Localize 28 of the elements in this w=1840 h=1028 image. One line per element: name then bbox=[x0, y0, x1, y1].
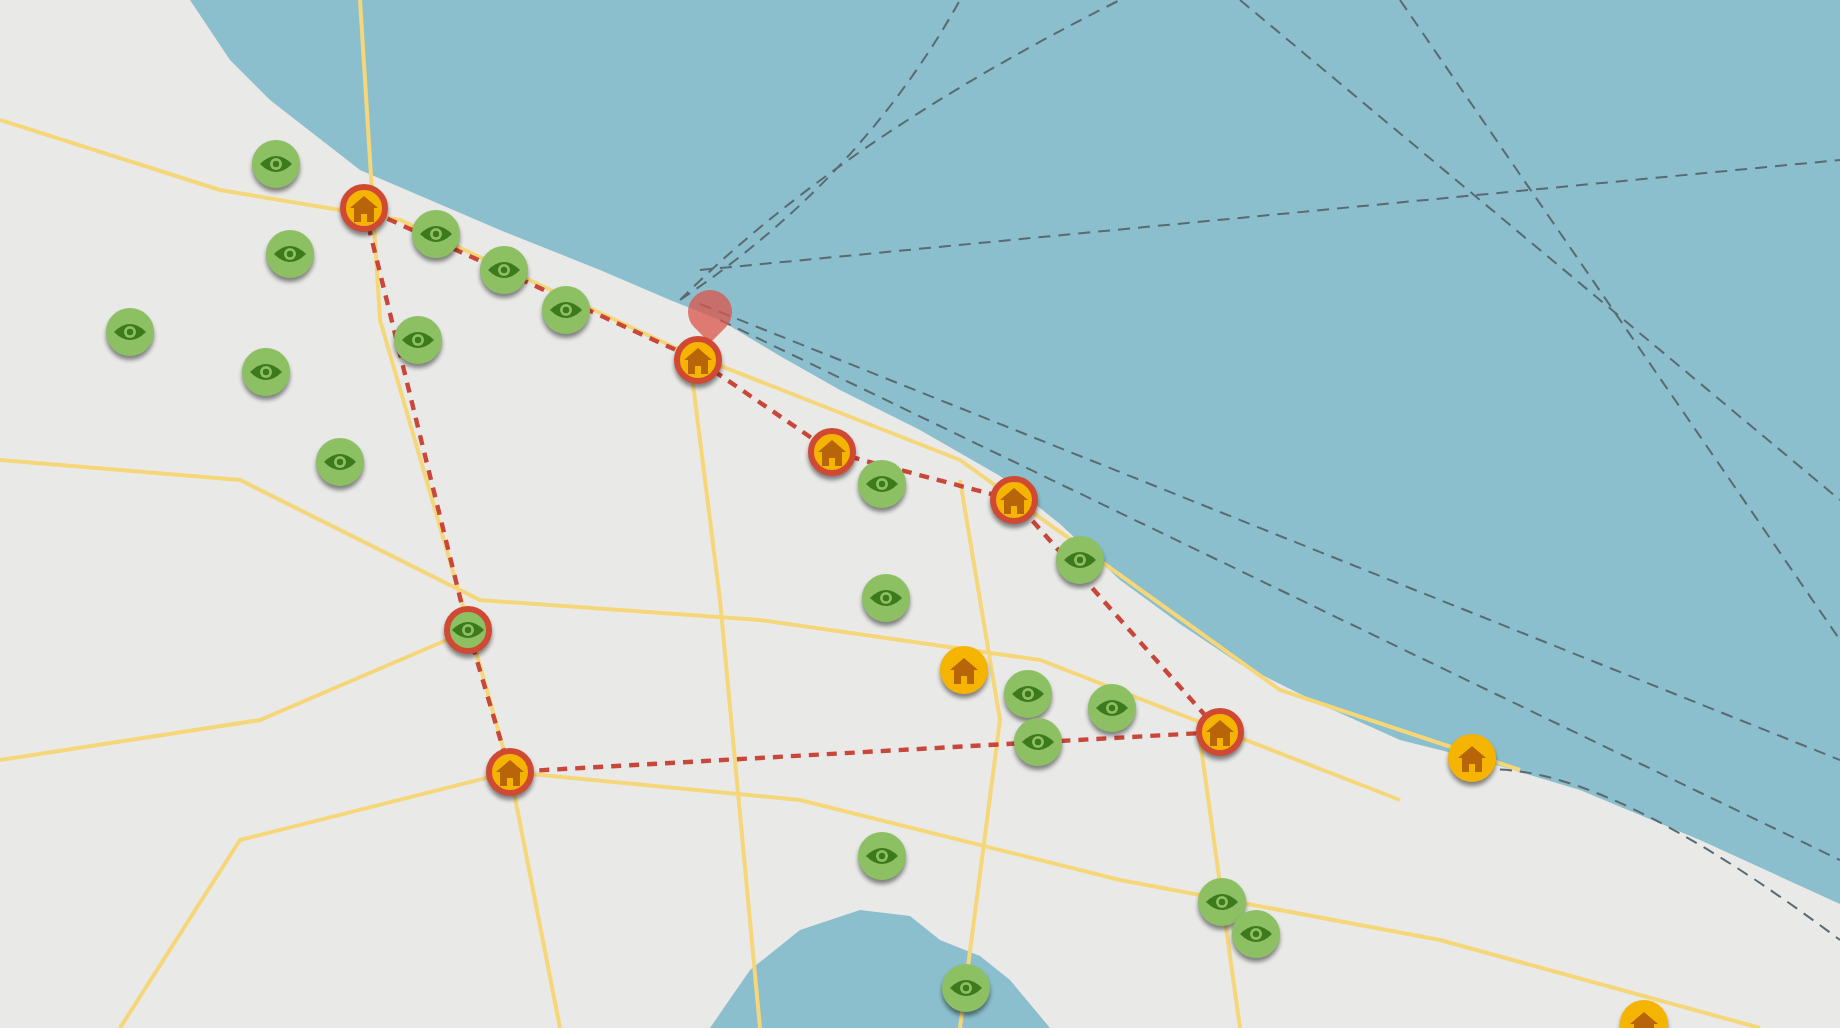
eye-icon bbox=[866, 474, 898, 494]
eye-icon bbox=[550, 300, 582, 320]
eye-icon bbox=[274, 244, 306, 264]
eye-icon bbox=[1240, 924, 1272, 944]
eye-icon bbox=[1206, 892, 1238, 912]
house-icon bbox=[818, 439, 846, 465]
eye-icon bbox=[488, 260, 520, 280]
eye-icon bbox=[1012, 684, 1044, 704]
house-icon bbox=[950, 657, 978, 683]
eye-icon bbox=[1096, 698, 1128, 718]
eye-icon bbox=[1022, 732, 1054, 752]
house-icon bbox=[684, 347, 712, 373]
eye-icon bbox=[402, 330, 434, 350]
house-icon bbox=[1206, 719, 1234, 745]
house-icon bbox=[350, 195, 378, 221]
eye-icon bbox=[250, 362, 282, 382]
eye-icon bbox=[452, 620, 484, 640]
eye-icon bbox=[324, 452, 356, 472]
house-icon bbox=[1458, 745, 1486, 771]
eye-icon bbox=[420, 224, 452, 244]
eye-icon bbox=[870, 588, 902, 608]
house-icon bbox=[496, 759, 524, 785]
eye-icon bbox=[866, 846, 898, 866]
eye-icon bbox=[950, 978, 982, 998]
house-icon bbox=[1000, 487, 1028, 513]
eye-icon bbox=[114, 322, 146, 342]
eye-icon bbox=[1064, 550, 1096, 570]
eye-icon bbox=[260, 154, 292, 174]
